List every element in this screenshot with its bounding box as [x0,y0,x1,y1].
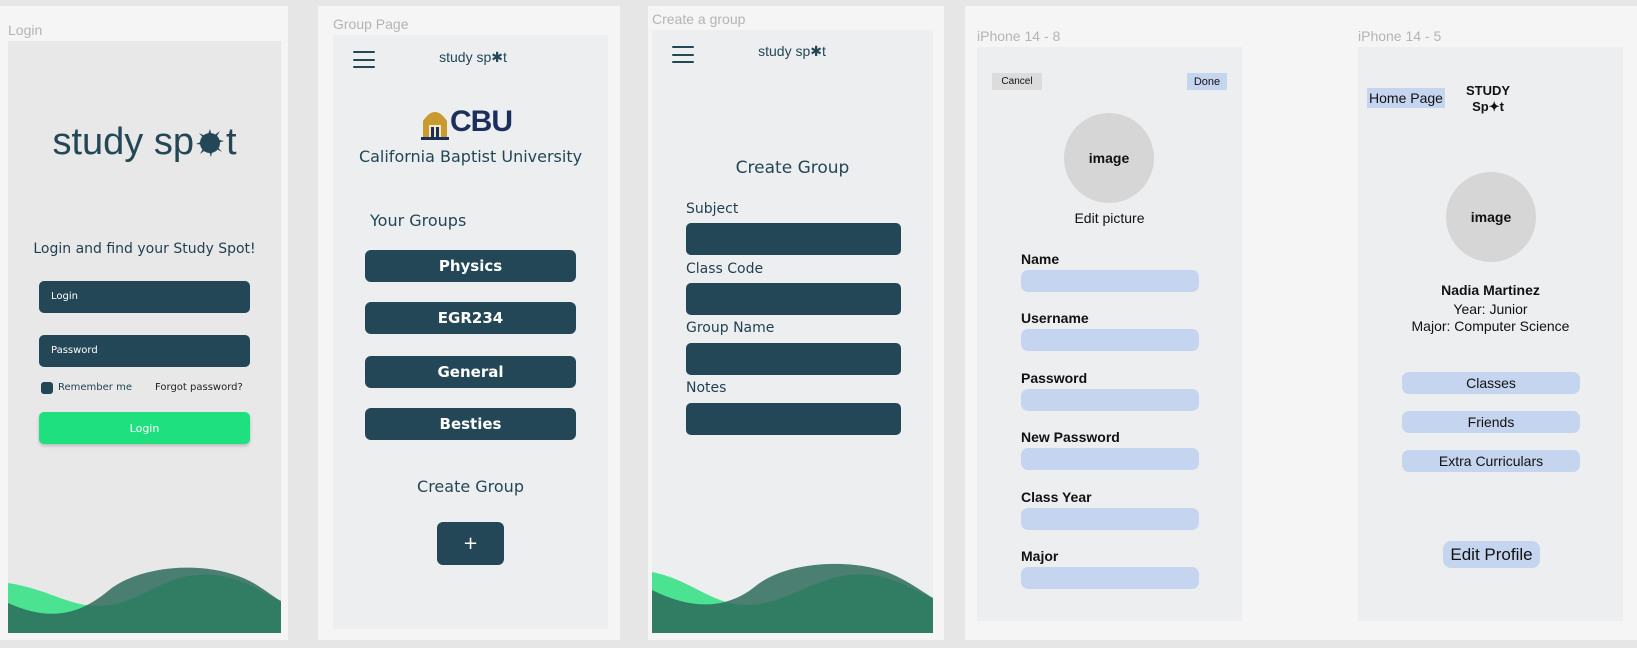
profile-image-placeholder: image [1446,172,1536,262]
password-input[interactable]: Password [39,335,250,367]
classes-button[interactable]: Classes [1402,372,1580,394]
field-label-group-name: Group Name [686,320,775,336]
edit-profile-button[interactable]: Edit Profile [1443,541,1540,568]
major-input[interactable] [1021,567,1199,589]
home-page-button[interactable]: Home Page [1367,88,1445,108]
login-screen: study sp t Login and find your Study Spot… [8,41,281,633]
class-code-input[interactable] [686,283,901,315]
profile-year: Year: Junior [1453,301,1528,317]
group-button-physics[interactable]: Physics [365,250,576,282]
extra-curriculars-button[interactable]: Extra Curriculars [1402,450,1580,472]
notes-input[interactable] [686,403,901,435]
university-name: California Baptist University [358,147,583,166]
your-groups-heading: Your Groups [370,211,467,230]
field-label-name: Name [1021,251,1060,267]
field-label-major: Major [1021,548,1059,564]
cancel-button[interactable]: Cancel [992,73,1042,90]
app-logo-small: study sp✱t [758,43,826,59]
field-label-class-code: Class Code [686,261,764,277]
edit-profile-screen: Cancel Done image Edit picture Name User… [977,47,1242,621]
done-button[interactable]: Done [1187,73,1227,90]
remember-me-label: Remember me [58,382,132,393]
class-year-input[interactable] [1021,508,1199,530]
profile-major: Major: Computer Science [1411,318,1570,334]
cbu-tower-icon [421,112,449,140]
group-button-besties[interactable]: Besties [365,408,576,440]
app-logo: study sp t [8,121,281,164]
app-logo-stacked: STUDY Sp✦t [1458,83,1518,115]
new-password-input[interactable] [1021,448,1199,470]
group-page-screen: study sp✱t CBU California Baptist Univer… [333,35,608,629]
username-input[interactable] [1021,329,1199,351]
add-group-button[interactable]: + [437,522,504,565]
edit-picture-link[interactable]: Edit picture [977,210,1242,226]
frame-label-group-page: Group Page [333,16,409,32]
field-label-new-password: New Password [1021,429,1120,445]
app-logo-small: study sp✱t [439,49,507,65]
splat-icon [194,126,226,158]
subject-input[interactable] [686,223,901,255]
logo-line-2: Sp✦t [1472,99,1504,114]
frame-label-login: Login [8,22,43,38]
app-logo-text: study sp [52,121,194,163]
remember-me-checkbox[interactable] [41,382,53,394]
create-group-title: Create Group [735,158,850,178]
profile-name: Nadia Martinez [1441,282,1540,298]
login-input[interactable]: Login [39,281,250,313]
field-label-username: Username [1021,310,1089,326]
profile-screen: Home Page STUDY Sp✦t image Nadia Martine… [1358,47,1623,621]
wave-decoration [8,567,281,633]
cbu-logo: CBU [420,105,530,141]
login-tagline: Login and find your Study Spot! [33,241,256,257]
password-placeholder: Password [51,345,98,356]
wave-decoration [652,563,933,633]
group-button-egr234[interactable]: EGR234 [365,302,576,334]
cbu-letters: CBU [450,105,513,138]
frame-label-iphone-5: iPhone 14 - 5 [1358,28,1442,44]
frame-label-create-group: Create a group [652,11,746,27]
login-placeholder: Login [51,291,78,302]
group-button-general[interactable]: General [365,356,576,388]
menu-icon[interactable] [353,51,375,68]
create-group-screen: study sp✱t Create Group Subject Class Co… [652,30,933,633]
field-label-class-year: Class Year [1021,489,1092,505]
menu-icon[interactable] [672,46,694,63]
frame-label-iphone-8: iPhone 14 - 8 [977,28,1061,44]
group-name-input[interactable] [686,343,901,375]
app-logo-tail: t [225,121,237,163]
logo-line-1: STUDY [1465,83,1511,98]
friends-button[interactable]: Friends [1402,411,1580,433]
name-input[interactable] [1021,270,1199,292]
field-label-notes: Notes [686,380,727,396]
forgot-password-link[interactable]: Forgot password? [155,382,243,393]
field-label-password: Password [1021,370,1088,386]
field-label-subject: Subject [686,201,739,217]
profile-image-placeholder[interactable]: image [1064,113,1154,203]
password-input[interactable] [1021,389,1199,411]
login-button[interactable]: Login [39,412,250,444]
create-group-heading: Create Group [417,477,524,496]
